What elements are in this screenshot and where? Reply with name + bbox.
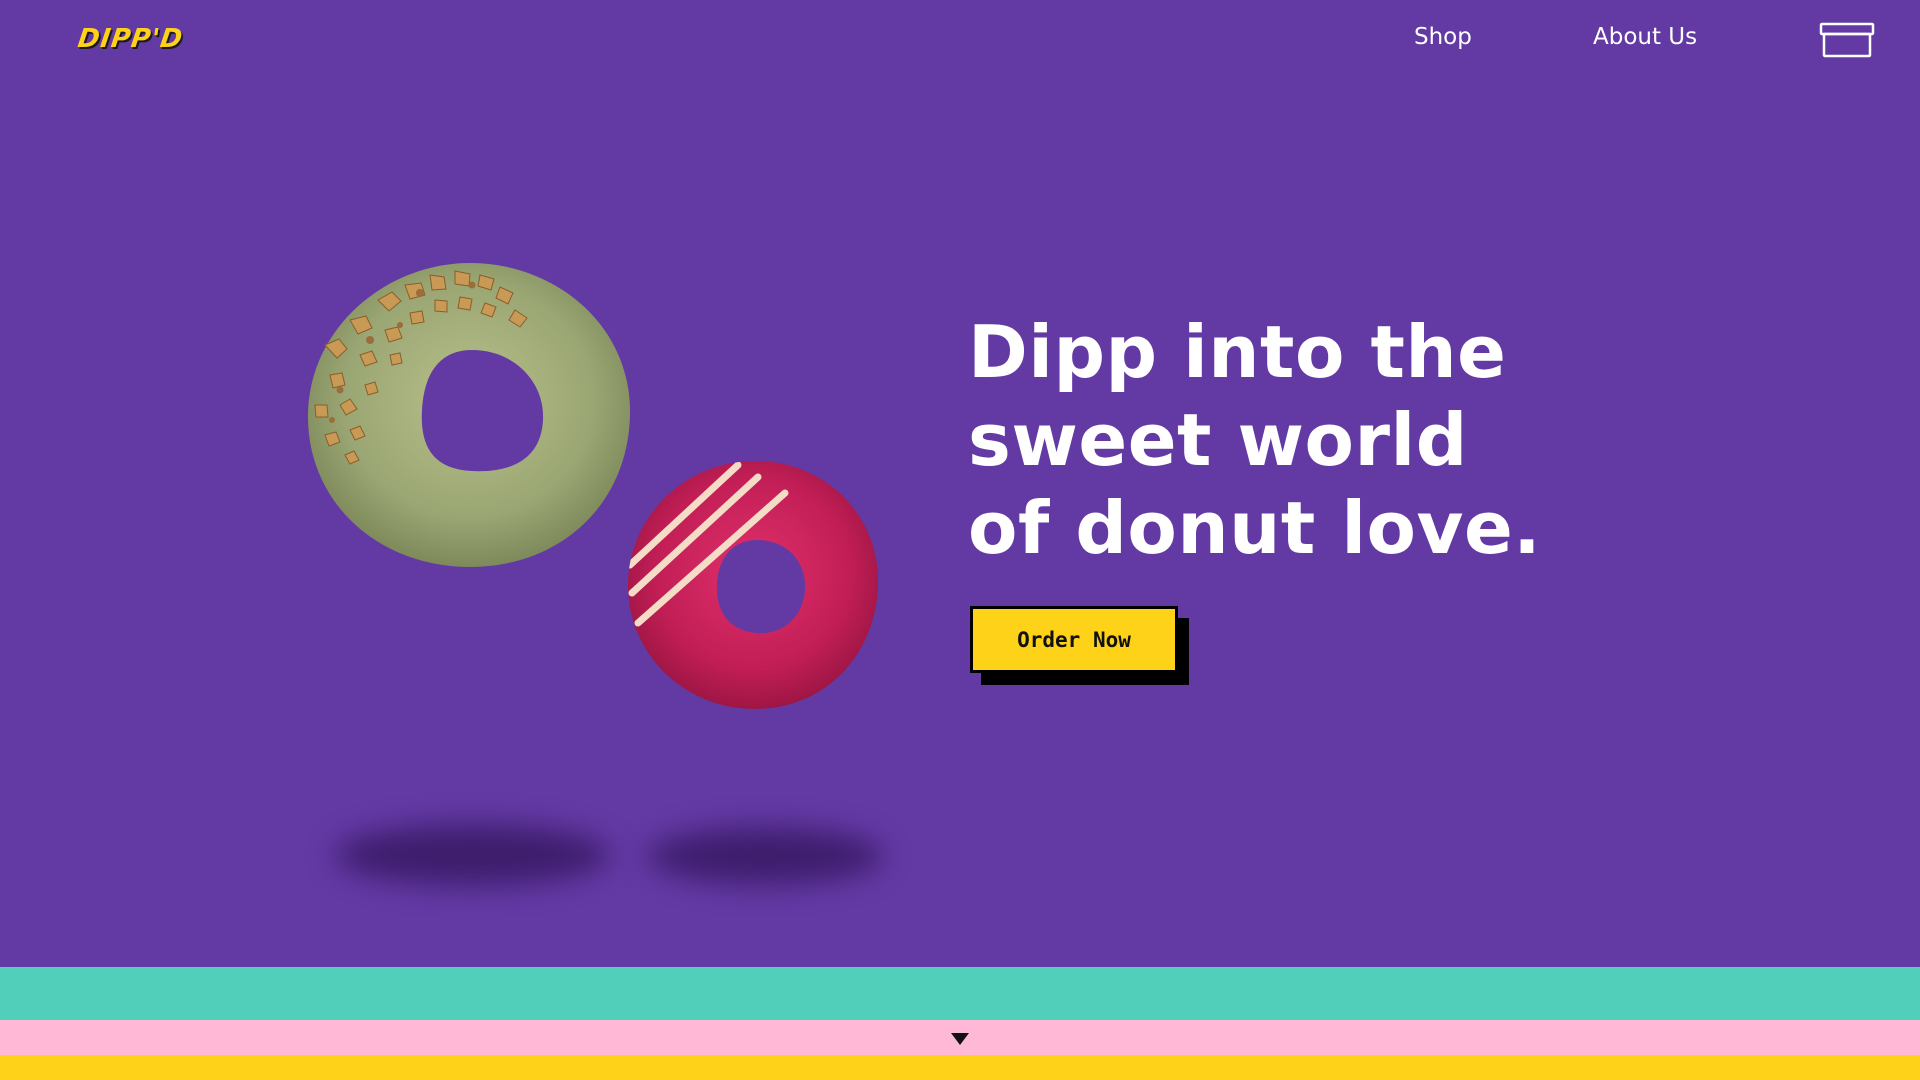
down-triangle-icon[interactable] xyxy=(951,1033,969,1045)
donut-shadow xyxy=(648,828,883,884)
donut-shadow xyxy=(335,825,610,885)
hero-headline-line: of donut love. xyxy=(968,486,1542,570)
box-icon[interactable] xyxy=(1819,22,1875,58)
hero-headline-line: sweet world xyxy=(968,398,1468,482)
nav-link-about-us[interactable]: About Us xyxy=(1593,24,1697,50)
teal-stripe xyxy=(0,967,1920,1020)
hero-headline: Dipp into the sweet world of donut love. xyxy=(968,308,1588,572)
raspberry-donut-image xyxy=(628,461,879,709)
order-now-button[interactable]: Order Now xyxy=(970,606,1178,673)
landing-page: DIPP'D Shop About Us Dipp into the sweet… xyxy=(0,0,1920,1080)
nav-link-shop[interactable]: Shop xyxy=(1414,24,1472,50)
brand-logo[interactable]: DIPP'D xyxy=(76,24,185,54)
yellow-stripe xyxy=(0,1055,1920,1080)
hero-headline-line: Dipp into the xyxy=(968,310,1507,394)
pistachio-donut-image xyxy=(307,263,631,567)
